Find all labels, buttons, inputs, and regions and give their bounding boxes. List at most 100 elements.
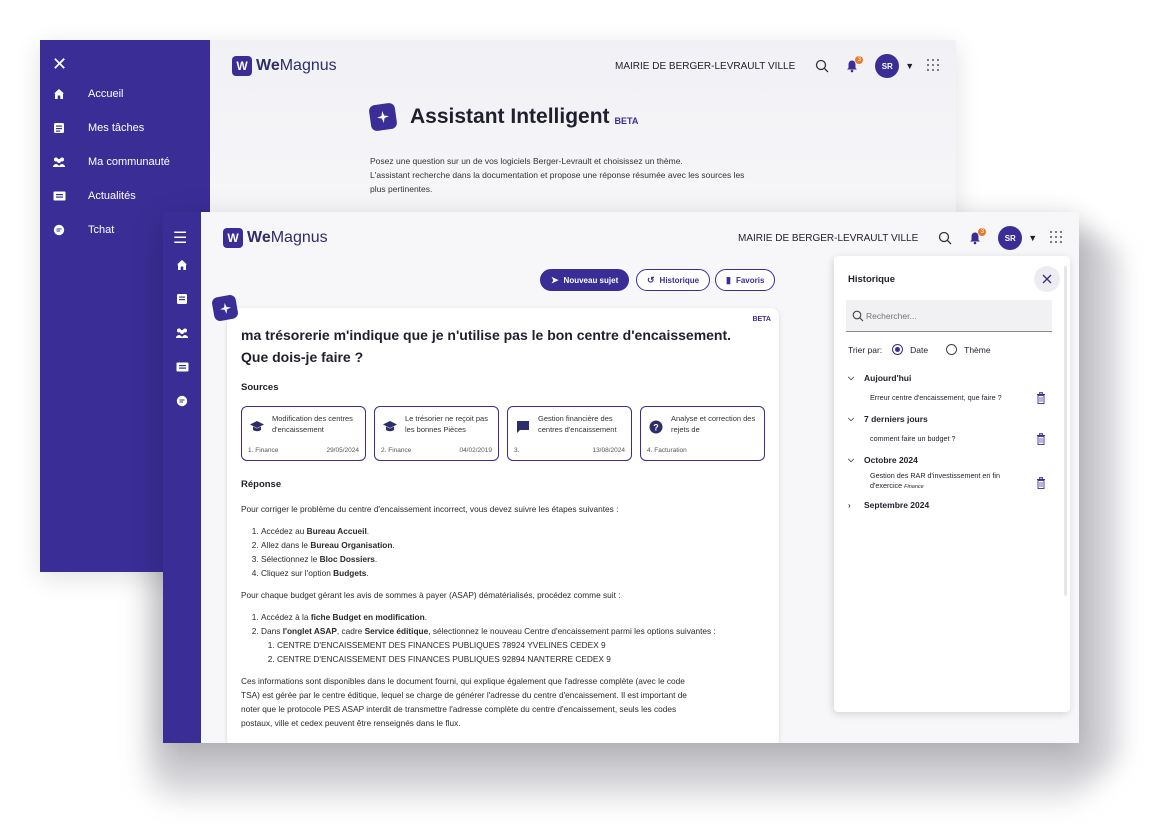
tasks-icon [52, 121, 66, 135]
source-card[interactable]: Gestion financière des centres d'encaiss… [507, 406, 632, 461]
history-item[interactable]: comment faire un budget ? [870, 434, 1026, 444]
source-date: 29/05/2024 [326, 447, 359, 454]
home-icon [52, 87, 66, 101]
sort-theme-label[interactable]: Thème [964, 345, 990, 355]
response-paragraph: Ces informations sont disponibles dans l… [241, 676, 687, 728]
options-list: CENTRE D'ENCAISSEMENT DES FINANCES PUBLI… [261, 638, 771, 666]
source-card[interactable]: ? Analyse et correction des rejets de 4.… [640, 406, 765, 461]
group-label: Septembre 2024 [864, 500, 930, 510]
menu-icon[interactable]: ☰ [173, 228, 187, 248]
response-body: Pour corriger le problème du centre d'en… [241, 502, 771, 730]
source-card[interactable]: Le trésorier ne reçoit pas les bonnes Pi… [374, 406, 499, 461]
avatar[interactable]: SR [875, 54, 900, 78]
sparkle-icon [211, 294, 239, 322]
history-icon: ↺ [647, 274, 655, 285]
bell-icon[interactable]: 3 [968, 228, 987, 245]
sort-date-label[interactable]: Date [910, 345, 928, 355]
list-item: Dans l'onglet ASAP, cadre Service éditiq… [261, 624, 771, 666]
source-card[interactable]: Modification des centres d'encaissement … [241, 406, 366, 461]
sidebar-item-ma-communaute[interactable]: Ma communauté [52, 155, 170, 169]
tasks-icon[interactable] [175, 292, 189, 306]
bell-icon[interactable]: 3 [845, 56, 864, 73]
source-title: Le trésorier ne reçoit pas les bonnes Pi… [405, 414, 488, 434]
home-icon[interactable] [175, 258, 189, 272]
list-item: Allez dans le Bureau Organisation. [261, 538, 771, 552]
list-item: CENTRE D'ENCAISSEMENT DES FINANCES PUBLI… [277, 638, 771, 652]
sidebar-item-actualites[interactable]: Actualités [52, 189, 136, 203]
sidebar-item-label: Tchat [88, 224, 115, 236]
source-category: 2. Finance [381, 447, 412, 454]
history-panel: Historique Trier par: Date Thème ⌵ Aujou… [834, 256, 1070, 712]
source-title: Modification des centres d'encaissement [272, 414, 353, 434]
header-actions: MAIRIE DE BERGER-LEVRAULT VILLE 3 SR ▼ [738, 226, 1063, 250]
apps-grid-icon[interactable] [1049, 230, 1063, 247]
sidebar-item-label: Mes tâches [88, 122, 145, 134]
sidebar-item-tchat[interactable]: Tchat [52, 223, 114, 237]
button-label: Favoris [735, 275, 765, 285]
list-item: Sélectionnez le Bloc Dossiers. [261, 552, 771, 566]
history-group-october[interactable]: ⌵ Octobre 2024 [848, 455, 918, 465]
sort-date-radio[interactable] [892, 344, 904, 355]
group-label: 7 derniers jours [864, 414, 928, 424]
list-item: Accédez à la fiche Budget en modificatio… [261, 610, 771, 624]
search-icon[interactable] [938, 231, 952, 245]
history-search-input[interactable] [846, 300, 1052, 332]
help-icon: ? [648, 419, 664, 435]
new-topic-button[interactable]: ➤ Nouveau sujet [540, 269, 630, 291]
front-main-area: W We Magnus MAIRIE DE BERGER-LEVRAULT VI… [201, 212, 1079, 743]
source-category: 3. [514, 447, 520, 454]
close-icon[interactable]: ✕ [52, 54, 67, 75]
history-button[interactable]: ↺ Historique [636, 269, 711, 291]
chevron-down-icon[interactable]: ▼ [905, 61, 914, 71]
front-window: ☰ W We Magnus MAIRIE DE BERGER-LEVRAULT … [163, 212, 1079, 743]
group-label: Octobre 2024 [864, 455, 918, 465]
brand-name-bold: We [256, 57, 280, 74]
list-item: Cliquez sur l'option Budgets. [261, 566, 771, 580]
community-icon[interactable] [175, 326, 189, 340]
source-date: 13/08/2024 [592, 447, 625, 454]
group-label: Aujourd'hui [864, 373, 912, 383]
brand-logo[interactable]: W We Magnus [232, 56, 337, 76]
trash-icon[interactable] [1036, 477, 1046, 489]
apps-grid-icon[interactable] [926, 58, 940, 75]
sidebar-collapsed: ☰ [163, 212, 201, 743]
beta-badge: BETA [614, 116, 639, 126]
wemagnus-logo-icon: W [232, 56, 252, 76]
search-icon[interactable] [815, 59, 829, 73]
close-icon[interactable] [1034, 266, 1060, 292]
avatar[interactable]: SR [998, 226, 1023, 250]
chevron-down-icon: ⌵ [848, 455, 855, 464]
sidebar-item-accueil[interactable]: Accueil [52, 87, 123, 101]
scrollbar[interactable] [1064, 266, 1067, 596]
trash-icon[interactable] [1036, 433, 1046, 445]
sources-heading: Sources [241, 382, 279, 393]
news-icon[interactable] [175, 360, 189, 374]
trash-icon[interactable] [1036, 392, 1046, 404]
history-title: Historique [848, 274, 895, 285]
news-icon [52, 189, 66, 203]
chevron-down-icon[interactable]: ▼ [1028, 233, 1037, 243]
favorites-button[interactable]: ▮ Favoris [715, 269, 776, 291]
chat-icon [52, 223, 66, 237]
graduation-cap-icon [249, 419, 265, 435]
intro-line: plus pertinentes. [370, 184, 433, 194]
chat-icon[interactable] [175, 394, 189, 408]
sort-options: Trier par: Date Thème [848, 344, 991, 355]
history-group-today[interactable]: ⌵ Aujourd'hui [848, 373, 911, 383]
response-paragraph: Pour chaque budget gérant les avis de so… [241, 590, 621, 600]
history-item[interactable]: Gestion des RAR d'investissement en fin … [870, 471, 1026, 492]
sort-theme-radio[interactable] [946, 344, 958, 355]
search-icon [852, 310, 864, 322]
send-icon: ➤ [551, 274, 559, 285]
source-title: Analyse et correction des rejets de [671, 414, 756, 434]
sidebar-item-mes-taches[interactable]: Mes tâches [52, 121, 144, 135]
history-group-week[interactable]: ⌵ 7 derniers jours [848, 414, 928, 424]
source-category: 4. Facturation [647, 447, 687, 454]
history-item[interactable]: Erreur centre d'encaissement, que faire … [870, 393, 1026, 403]
wemagnus-logo-icon: W [223, 228, 243, 248]
history-group-september[interactable]: › Septembre 2024 [848, 500, 929, 510]
svg-text:?: ? [653, 422, 659, 432]
source-date: 04/02/2019 [459, 447, 492, 454]
steps-list: Accédez au Bureau Accueil. Allez dans le… [241, 524, 771, 580]
brand-logo[interactable]: W We Magnus [223, 228, 328, 248]
